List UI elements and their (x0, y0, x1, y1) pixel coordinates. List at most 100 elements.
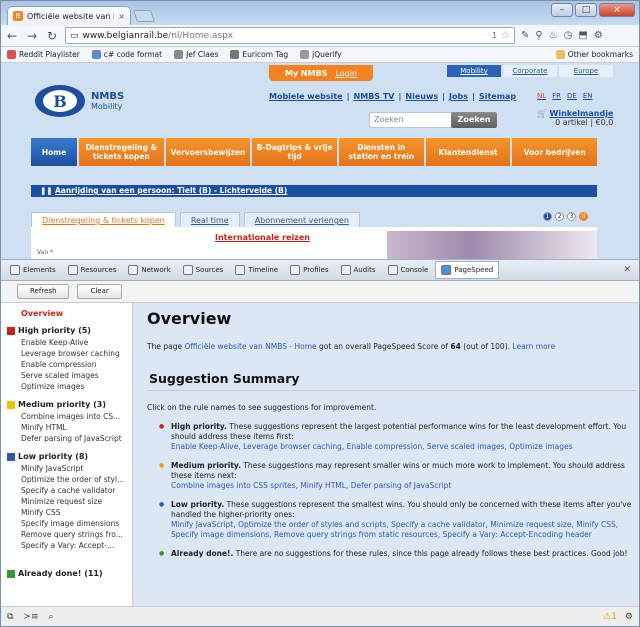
devtools-tab-timeline[interactable]: Timeline (230, 261, 283, 279)
site-search-input[interactable]: Zoeken (369, 112, 455, 128)
rule-item[interactable]: Minify CSS (21, 507, 128, 518)
pager-dot-2[interactable]: 2 (555, 212, 564, 221)
site-search-button[interactable]: Zoeken (451, 112, 497, 128)
address-bar[interactable]: ▭ www.belgianrail.be/nl/Home.aspx 1 ☆ (65, 27, 515, 44)
news-ticker[interactable]: ❚❚ Aanrijding van een persoon: Tielt (B)… (31, 185, 597, 197)
minimize-button[interactable]: – (551, 3, 573, 17)
menu-home[interactable]: Home (31, 138, 77, 166)
timer-extension-icon[interactable]: ◷ (564, 30, 573, 41)
menu-diensten[interactable]: Diensten in station en trein (339, 138, 424, 166)
page-action-badge[interactable]: 1 (492, 31, 497, 40)
pager-dot-3[interactable]: 3 (567, 212, 576, 221)
group-high-priority[interactable]: High priority (5) (7, 326, 128, 335)
maximize-button[interactable]: □ (575, 3, 597, 17)
tab-mobility[interactable]: Mobility (447, 65, 501, 77)
sidebar-overview[interactable]: Overview (21, 309, 128, 318)
menu-klantendienst[interactable]: Klantendienst (425, 138, 511, 166)
settings-gear-icon[interactable]: ⚙ (625, 612, 633, 622)
dock-icon[interactable]: ⧉ (7, 612, 13, 622)
rule-item[interactable]: Minify JavaScript (21, 463, 128, 474)
rule-item[interactable]: Specify a Vary: Accept-... (21, 540, 128, 551)
search-icon[interactable]: ⌕ (49, 612, 54, 622)
shopping-cart[interactable]: 🛒 Winkelmandje 0 artikel | €0,0 (537, 109, 613, 127)
group-already-done[interactable]: Already done! (11) (7, 569, 128, 578)
devtools-tab-audits[interactable]: Audits (336, 261, 381, 279)
rule-item[interactable]: Enable compression (21, 359, 128, 370)
lang-en[interactable]: EN (583, 92, 593, 100)
tab-abonnement[interactable]: Abonnement verlengen (243, 212, 360, 227)
devtools-tab-elements[interactable]: Elements (5, 261, 61, 279)
back-arrow-icon[interactable]: ← (5, 29, 19, 43)
pager-pause-button[interactable]: II (579, 212, 588, 221)
forward-arrow-icon[interactable]: → (25, 29, 39, 43)
bookmark-item[interactable]: Jef Claes (174, 50, 218, 59)
devtools-tab-profiles[interactable]: Profiles (285, 261, 333, 279)
warning-icon[interactable]: ⚠1 (603, 612, 617, 622)
rule-item[interactable]: Enable Keep-Alive (21, 337, 128, 348)
group-medium-priority[interactable]: Medium priority (3) (7, 400, 128, 409)
learn-more-link[interactable]: Learn more (512, 342, 555, 351)
menu-voor-bedrijven[interactable]: Voor bedrijven (512, 138, 598, 166)
other-bookmarks[interactable]: Other bookmarks (555, 50, 633, 59)
pause-icon[interactable]: ❚❚ (40, 186, 53, 195)
bookmark-item[interactable]: jQuerify (300, 50, 342, 59)
wrench-icon[interactable]: ⚙ (594, 30, 603, 41)
tab-dienstregeling[interactable]: Dienstregeling & tickets kopen (31, 212, 176, 227)
new-tab-button[interactable] (132, 10, 156, 22)
bookmark-item[interactable]: c# code format (91, 50, 162, 59)
rule-item[interactable]: Optimize images (21, 381, 128, 392)
menu-b-dagtrips[interactable]: B-Dagtrips & vrije tijd (252, 138, 338, 166)
bookmark-star-icon[interactable]: ☆ (501, 30, 510, 41)
devtools-tab-console[interactable]: Console (383, 261, 434, 279)
browser-tab[interactable]: B Officiële website van NMBS × (7, 6, 131, 25)
refresh-button[interactable]: Refresh (17, 284, 70, 299)
tab-real-time[interactable]: Real time (179, 212, 240, 227)
tab-corporate[interactable]: Corporate (503, 65, 557, 77)
rule-item[interactable]: Optimize the order of styl... (21, 474, 128, 485)
bookmark-item[interactable]: Euricom Tag (230, 50, 288, 59)
clear-button[interactable]: Clear (77, 284, 122, 299)
summary-links[interactable]: Enable Keep-Alive, Leverage browser cach… (171, 442, 573, 451)
link-sitemap[interactable]: Sitemap (479, 92, 516, 101)
menu-vervoersbewijzen[interactable]: Vervoersbewijzen (165, 138, 251, 166)
nmbs-logo[interactable]: B NMBS Mobility (35, 85, 124, 117)
devtools-tab-sources[interactable]: Sources (178, 261, 229, 279)
rule-item[interactable]: Serve scaled images (21, 370, 128, 381)
rule-item[interactable]: Combine images into CS... (21, 411, 128, 422)
rule-item[interactable]: Leverage browser caching (21, 348, 128, 359)
login-link[interactable]: Login (335, 69, 357, 78)
console-toggle-icon[interactable]: ≻≡ (23, 612, 38, 622)
rule-item[interactable]: Minimize request size (21, 496, 128, 507)
rule-item[interactable]: Specify a cache validator (21, 485, 128, 496)
summary-links[interactable]: Minify JavaScript, Optimize the order of… (171, 520, 618, 539)
lang-nl[interactable]: NL (537, 92, 546, 100)
link-extension-icon[interactable]: ⚲ (535, 30, 542, 41)
summary-links[interactable]: Combine images into CSS sprites, Minify … (171, 481, 451, 490)
bookmark-item[interactable]: Reddit Playlister (7, 50, 80, 59)
devtools-close-icon[interactable]: ✕ (623, 265, 631, 275)
lang-fr[interactable]: FR (552, 92, 561, 100)
link-nmbs-tv[interactable]: NMBS TV (354, 92, 395, 101)
link-nieuws[interactable]: Nieuws (405, 92, 438, 101)
pager-dot-1[interactable]: 1 (543, 212, 552, 221)
puzzle-extension-icon[interactable]: ⬒ (578, 30, 587, 41)
pen-extension-icon[interactable]: ✎ (521, 30, 529, 41)
rule-item[interactable]: Specify image dimensions (21, 518, 128, 529)
devtools-tab-network[interactable]: Network (123, 261, 175, 279)
rule-item[interactable]: Remove query strings fro... (21, 529, 128, 540)
devtools-tab-pagespeed[interactable]: PageSpeed (435, 261, 500, 279)
close-window-button[interactable]: × (599, 3, 635, 17)
devtools-tab-resources[interactable]: Resources (63, 261, 122, 279)
tab-close-icon[interactable]: × (118, 12, 125, 21)
fire-extension-icon[interactable]: ♨ (549, 30, 558, 41)
rule-item[interactable]: Minify HTML (21, 422, 128, 433)
group-low-priority[interactable]: Low priority (8) (7, 452, 128, 461)
reload-icon[interactable]: ↻ (45, 29, 59, 43)
international-link[interactable]: Internationale reizen (215, 233, 310, 242)
link-mobiele-website[interactable]: Mobiele website (269, 92, 343, 101)
link-jobs[interactable]: Jobs (449, 92, 468, 101)
tab-europe[interactable]: Europe (559, 65, 613, 77)
menu-dienstregeling[interactable]: Dienstregeling & tickets kopen (79, 138, 164, 166)
page-link[interactable]: Officiële website van NMBS - Home (184, 342, 316, 351)
lang-de[interactable]: DE (567, 92, 577, 100)
